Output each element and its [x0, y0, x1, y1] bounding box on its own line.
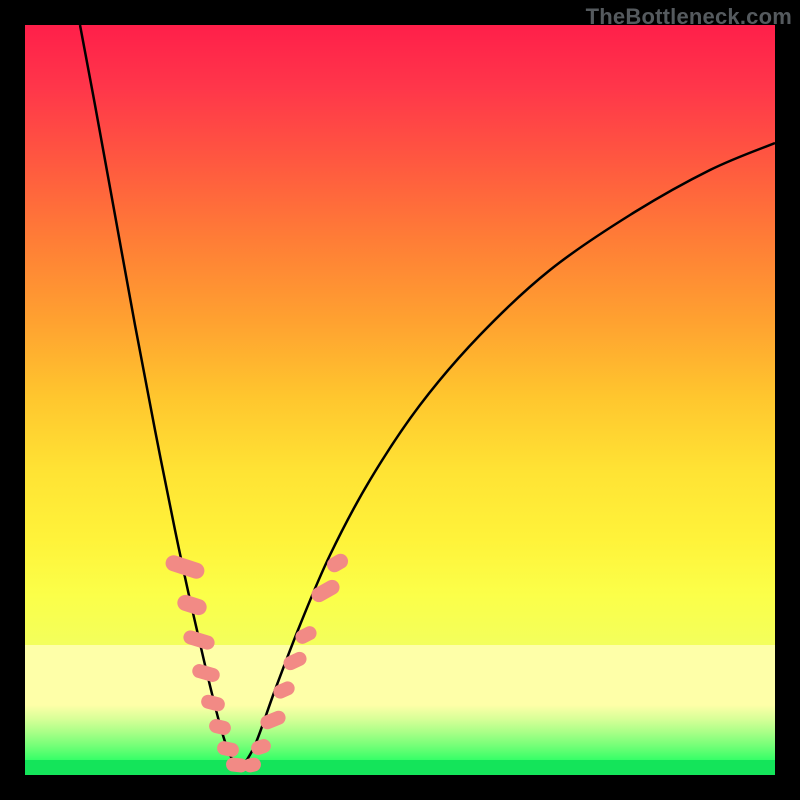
curve-layer [25, 25, 775, 775]
plot-area [25, 25, 775, 775]
frame: TheBottleneck.com [0, 0, 800, 800]
curve-left-path [80, 25, 240, 770]
curve-right-path [240, 143, 775, 770]
watermark-text: TheBottleneck.com [586, 4, 792, 30]
